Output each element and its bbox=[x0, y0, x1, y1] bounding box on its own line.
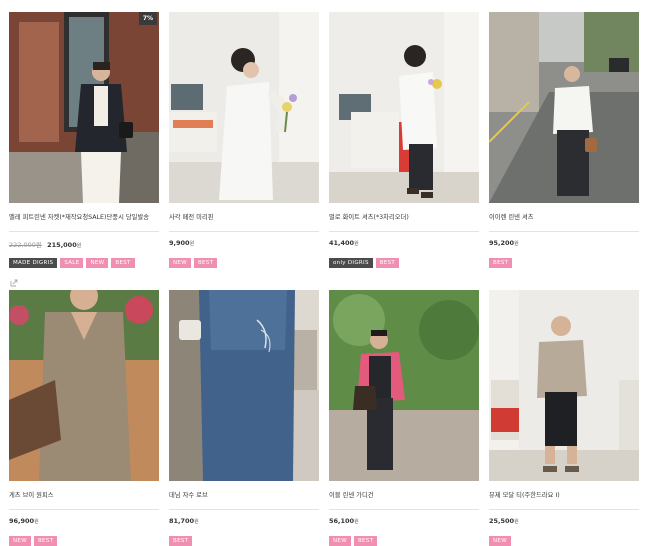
new-badge: NEW bbox=[329, 536, 351, 546]
product-name[interactable]: 멀로 화이트 셔츠(*3차리오더) bbox=[329, 212, 479, 221]
divider bbox=[169, 231, 319, 232]
sale-price: 81,700 bbox=[169, 517, 195, 525]
original-price: 222,000원 bbox=[9, 241, 42, 249]
sale-price: 9,900 bbox=[169, 239, 190, 247]
best-badge: BEST bbox=[33, 536, 58, 546]
product-card[interactable]: 멀로 화이트 셔츠(*3차리오더) 41,400원 only DIGRIS BE… bbox=[329, 12, 479, 268]
currency-unit: 원 bbox=[354, 241, 359, 247]
divider bbox=[329, 509, 479, 510]
product-card[interactable]: 이이렌 린넨 셔츠 95,200원 BEST bbox=[489, 12, 639, 268]
divider bbox=[169, 509, 319, 510]
product-card[interactable]: 게츠 브이 원피스 96,900원 NEW BEST bbox=[9, 290, 159, 546]
best-badge: BEST bbox=[169, 536, 193, 546]
badge-list: NEW BEST bbox=[169, 258, 218, 268]
price-row: 81,700원 bbox=[169, 517, 199, 525]
divider bbox=[329, 231, 479, 232]
product-name[interactable]: 이이렌 린넨 셔츠 bbox=[489, 212, 639, 221]
sale-price: 95,200 bbox=[489, 239, 515, 247]
made-digris-badge: MADE DIGRIS bbox=[9, 258, 58, 268]
product-photo-linen-shirt bbox=[489, 12, 639, 203]
product-card[interactable]: 7% 멜레 피트린넨 자켓(*재작요청SALE)단풍시 당일발송 222,000… bbox=[9, 12, 159, 287]
price-row: 25,500원 bbox=[489, 517, 519, 525]
currency-unit: 원 bbox=[34, 519, 39, 525]
new-badge: NEW bbox=[489, 536, 511, 546]
best-badge: BEST bbox=[193, 258, 218, 268]
price-row: 41,400원 bbox=[329, 239, 359, 247]
product-name[interactable]: 데님 자수 로브 bbox=[169, 490, 319, 499]
new-badge: NEW bbox=[9, 536, 31, 546]
product-image[interactable]: 7% bbox=[9, 12, 159, 203]
currency-unit: 원 bbox=[194, 519, 199, 525]
best-badge: BEST bbox=[489, 258, 513, 268]
sale-price: 25,500 bbox=[489, 517, 515, 525]
product-image[interactable] bbox=[9, 290, 159, 481]
price-row: 222,000원 215,000원 bbox=[9, 239, 81, 249]
product-photo-modal-tee bbox=[489, 290, 639, 481]
product-image[interactable] bbox=[489, 12, 639, 203]
product-name[interactable]: 멜레 피트린넨 자켓(*재작요청SALE)단풍시 당일발송 bbox=[9, 212, 159, 221]
product-name[interactable]: 뮤제 모달 티(주한드라요 I) bbox=[489, 490, 639, 499]
badge-list: MADE DIGRIS SALE NEW BEST bbox=[9, 258, 135, 268]
currency-unit: 원 bbox=[76, 243, 82, 249]
sale-badge: SALE bbox=[60, 258, 84, 268]
product-image[interactable] bbox=[489, 290, 639, 481]
sale-price: 56,100 bbox=[329, 517, 355, 525]
product-photo-v-dress bbox=[9, 290, 159, 481]
product-card[interactable]: 뮤제 모달 티(주한드라요 I) 25,500원 NEW bbox=[489, 290, 639, 546]
product-card[interactable]: 이블 린넨 가디건 56,100원 NEW BEST bbox=[329, 290, 479, 546]
price-row: 96,900원 bbox=[9, 517, 39, 525]
price-row: 95,200원 bbox=[489, 239, 519, 247]
best-badge: BEST bbox=[375, 258, 400, 268]
divider bbox=[489, 509, 639, 510]
discount-badge: 7% bbox=[138, 12, 157, 25]
divider bbox=[9, 509, 159, 510]
product-name[interactable]: 이블 린넨 가디건 bbox=[329, 490, 479, 499]
price-row: 56,100원 bbox=[329, 517, 359, 525]
divider bbox=[9, 231, 159, 232]
currency-unit: 원 bbox=[354, 519, 359, 525]
badge-list: NEW BEST bbox=[329, 536, 378, 546]
product-name[interactable]: 사각 페전 미리핀 bbox=[169, 212, 319, 221]
divider bbox=[489, 231, 639, 232]
product-image[interactable] bbox=[169, 290, 319, 481]
badge-list: BEST bbox=[169, 536, 193, 546]
product-photo-denim-robe bbox=[169, 290, 319, 481]
badge-list: NEW bbox=[489, 536, 511, 546]
product-image[interactable] bbox=[329, 290, 479, 481]
product-photo-jacket bbox=[9, 12, 159, 203]
share-icon[interactable] bbox=[9, 278, 19, 288]
product-name[interactable]: 게츠 브이 원피스 bbox=[9, 490, 159, 499]
product-image[interactable] bbox=[329, 12, 479, 203]
product-card[interactable]: 데님 자수 로브 81,700원 BEST bbox=[169, 290, 319, 546]
badge-list: BEST bbox=[489, 258, 513, 268]
currency-unit: 원 bbox=[514, 241, 519, 247]
new-badge: NEW bbox=[86, 258, 109, 268]
product-card[interactable]: 사각 페전 미리핀 9,900원 NEW BEST bbox=[169, 12, 319, 268]
sale-price: 96,900 bbox=[9, 517, 35, 525]
price-row: 9,900원 bbox=[169, 239, 194, 247]
sale-price: 215,000 bbox=[47, 241, 77, 249]
product-photo-cardigan bbox=[329, 290, 479, 481]
badge-list: only DIGRIS BEST bbox=[329, 258, 400, 268]
only-digris-badge: only DIGRIS bbox=[329, 258, 373, 268]
new-badge: NEW bbox=[169, 258, 191, 268]
best-badge: BEST bbox=[353, 536, 378, 546]
product-photo-hairpin bbox=[169, 12, 319, 203]
currency-unit: 원 bbox=[189, 241, 195, 247]
badge-list: NEW BEST bbox=[9, 536, 58, 546]
best-badge: BEST bbox=[111, 258, 135, 268]
product-photo-white-shirt bbox=[329, 12, 479, 203]
currency-unit: 원 bbox=[514, 519, 519, 525]
product-image[interactable] bbox=[169, 12, 319, 203]
sale-price: 41,400 bbox=[329, 239, 355, 247]
